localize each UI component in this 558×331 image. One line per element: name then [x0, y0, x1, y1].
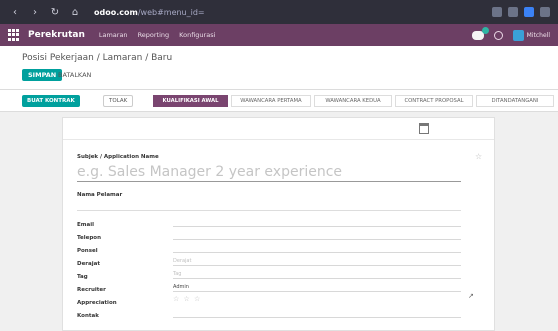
home-icon[interactable]: ⌂	[68, 5, 82, 19]
tag-label: Tag	[77, 274, 88, 280]
stage-contract-proposal[interactable]: CONTRACT PROPOSAL	[395, 95, 473, 107]
contact-label: Kontak	[77, 313, 99, 319]
stage-kualifikasi-awal[interactable]: KUALIFIKASI AWAL	[153, 95, 228, 107]
notification-badge	[481, 26, 489, 34]
extension-icon[interactable]	[508, 7, 518, 17]
menu-konfigurasi[interactable]: Konfigurasi	[179, 31, 215, 39]
apps-grid-icon[interactable]	[8, 29, 20, 41]
menu-icon[interactable]	[540, 7, 550, 17]
subject-input[interactable]	[77, 162, 461, 182]
forward-icon[interactable]: ›	[28, 5, 42, 19]
stage-ditandatangani[interactable]: DITANDATANGANI	[476, 95, 554, 107]
appreciation-stars[interactable]: ☆ ☆ ☆	[173, 295, 201, 303]
subject-label: Subjek / Application Name	[77, 154, 159, 160]
menu-lamaran[interactable]: Lamaran	[99, 31, 128, 39]
email-label: Email	[77, 222, 94, 228]
chat-icon[interactable]	[471, 26, 489, 40]
app-navbar: Perekrutan Lamaran Reporting Konfigurasi…	[0, 24, 558, 46]
calendar-icon[interactable]	[419, 123, 429, 134]
stage-wawancara-kedua[interactable]: WAWANCARA KEDUA	[314, 95, 392, 107]
control-panel: Posisi Pekerjaan / Lamaran / Baru SIMPAN…	[0, 46, 558, 90]
contact-field[interactable]	[173, 309, 461, 318]
external-link-icon[interactable]: ↗	[468, 292, 474, 300]
mobile-field[interactable]	[173, 244, 461, 253]
bookmark-icon[interactable]	[492, 7, 502, 17]
phone-label: Telepon	[77, 235, 101, 241]
degree-field[interactable]: Derajat	[173, 257, 461, 266]
app-name[interactable]: Perekrutan	[28, 30, 85, 40]
url-host: odoo.com	[94, 7, 138, 17]
recruiter-field[interactable]: Admin	[173, 283, 461, 292]
create-contract-button[interactable]: BUAT KONTRAK	[22, 95, 80, 107]
applicant-name-label: Nama Pelamar	[77, 192, 123, 198]
refuse-button[interactable]: TOLAK	[103, 95, 134, 107]
browser-toolbar: ‹ › ↻ ⌂ odoo.com /web#menu_id=	[0, 0, 558, 24]
star-icon[interactable]: ☆	[475, 152, 482, 161]
degree-label: Derajat	[77, 261, 100, 267]
back-icon[interactable]: ‹	[8, 5, 22, 19]
tag-field[interactable]: Tag	[173, 270, 461, 279]
recruiter-label: Recruiter	[77, 287, 106, 293]
address-bar[interactable]: odoo.com /web#menu_id=	[94, 4, 394, 20]
discard-button[interactable]: BATALKAN	[54, 69, 95, 81]
clock-icon[interactable]	[493, 30, 503, 40]
status-bar: BUAT KONTRAK TOLAK KUALIFIKASI AWAL WAWA…	[0, 90, 558, 112]
tag-placeholder: Tag	[173, 271, 182, 277]
stage-wawancara-pertama[interactable]: WAWANCARA PERTAMA	[231, 95, 311, 107]
smart-button-box	[63, 118, 494, 140]
applicant-name-input[interactable]	[77, 200, 461, 211]
profile-icon[interactable]	[524, 7, 534, 17]
user-menu[interactable]: Mitchell	[512, 29, 550, 41]
menu-reporting[interactable]: Reporting	[138, 31, 170, 39]
recruiter-value: Admin	[173, 284, 189, 290]
breadcrumb[interactable]: Posisi Pekerjaan / Lamaran / Baru	[22, 53, 172, 63]
reload-icon[interactable]: ↻	[48, 5, 62, 19]
appreciation-label: Appreciation	[77, 300, 117, 306]
mobile-label: Ponsel	[77, 248, 98, 254]
url-path: /web#menu_id=	[137, 7, 205, 17]
user-name: Mitchell	[526, 31, 550, 39]
avatar	[512, 29, 524, 41]
email-field[interactable]	[173, 218, 461, 227]
form-sheet: ☆ Subjek / Application Name Nama Pelamar…	[62, 117, 495, 331]
degree-placeholder: Derajat	[173, 258, 192, 264]
phone-field[interactable]	[173, 231, 461, 240]
